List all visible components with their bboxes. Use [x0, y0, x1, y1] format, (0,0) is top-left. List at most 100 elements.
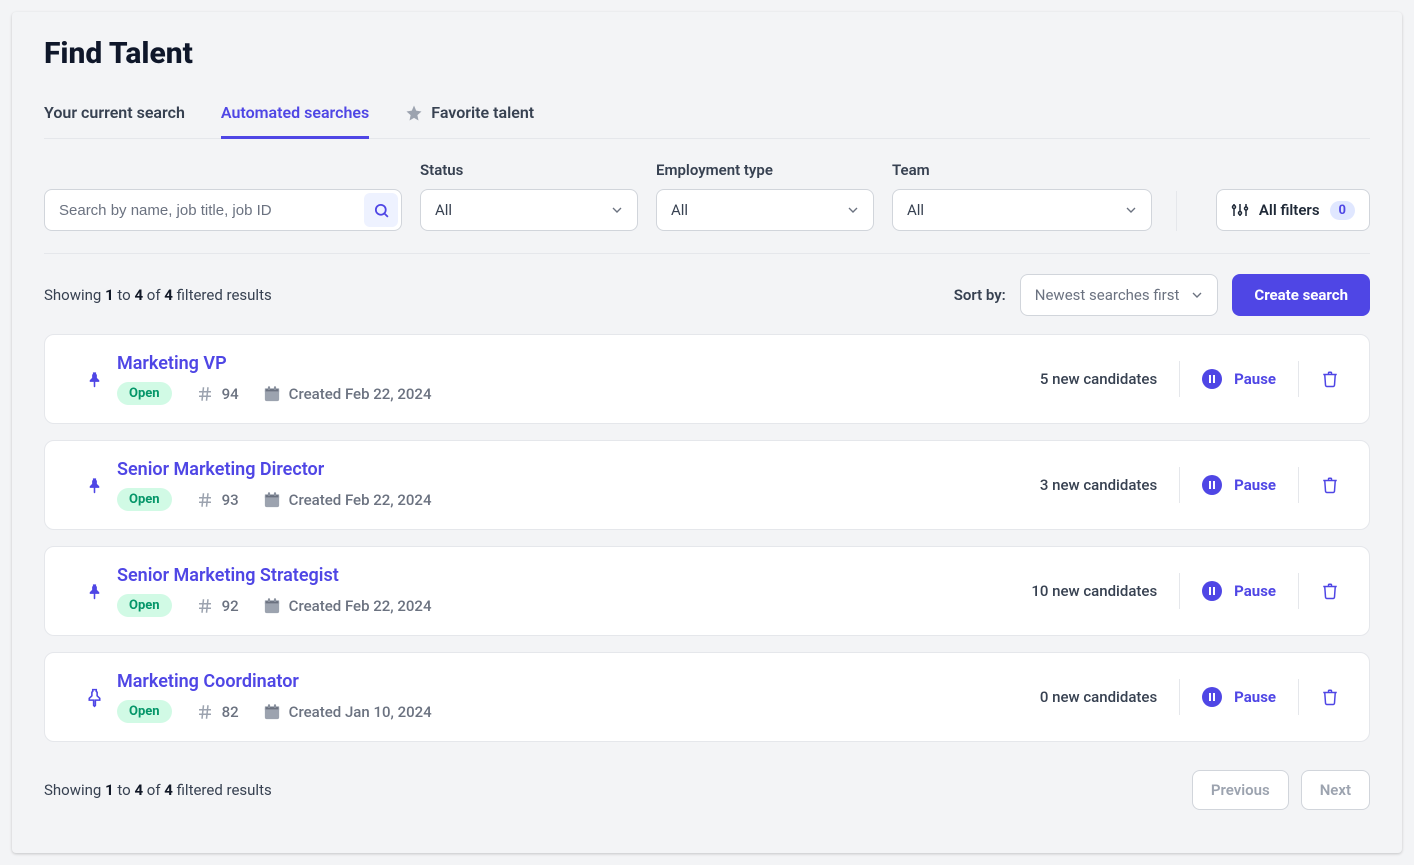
- pin-toggle[interactable]: [71, 476, 117, 495]
- calendar-icon: [263, 491, 281, 509]
- select-value: All: [907, 201, 924, 219]
- created-date: Created Jan 10, 2024: [263, 703, 432, 721]
- search-input[interactable]: [44, 189, 402, 231]
- search-card: Senior Marketing Strategist Open 92 Created…: [44, 546, 1370, 636]
- all-filters-count: 0: [1330, 201, 1355, 220]
- delete-button[interactable]: [1298, 573, 1343, 609]
- previous-button[interactable]: Previous: [1192, 770, 1289, 810]
- search-icon: [373, 202, 390, 219]
- sort-select[interactable]: Newest searches first: [1020, 274, 1219, 316]
- tabs-nav: Your current search Automated searches F…: [44, 89, 1370, 139]
- pin-toggle[interactable]: [71, 370, 117, 389]
- select-value: All: [435, 201, 452, 219]
- created-date: Created Feb 22, 2024: [263, 597, 432, 615]
- pin-icon: [85, 582, 104, 601]
- result-count-text-footer: Showing 1 to 4 of 4 filtered results: [44, 781, 272, 799]
- chevron-down-icon: [1123, 202, 1139, 218]
- sort-label: Sort by:: [954, 286, 1006, 304]
- chevron-down-icon: [609, 202, 625, 218]
- tab-automated-searches[interactable]: Automated searches: [221, 89, 369, 139]
- chevron-down-icon: [1189, 287, 1205, 303]
- created-date: Created Feb 22, 2024: [263, 385, 432, 403]
- pause-button[interactable]: Pause: [1179, 361, 1298, 397]
- search-id: 82: [196, 703, 239, 721]
- status-badge: Open: [117, 594, 172, 617]
- tab-favorite-talent[interactable]: Favorite talent: [405, 89, 534, 139]
- filter-bar: Status All Employment type All Team All: [44, 161, 1370, 254]
- pause-icon: [1202, 581, 1222, 601]
- trash-icon: [1321, 582, 1339, 600]
- calendar-icon: [263, 385, 281, 403]
- trash-icon: [1321, 688, 1339, 706]
- pause-label: Pause: [1234, 688, 1276, 706]
- new-candidates-count: 0 new candidates: [1018, 688, 1179, 706]
- divider: [1176, 191, 1177, 231]
- search-button[interactable]: [364, 193, 398, 227]
- status-badge: Open: [117, 488, 172, 511]
- delete-button[interactable]: [1298, 467, 1343, 503]
- all-filters-button[interactable]: All filters 0: [1216, 189, 1370, 231]
- new-candidates-count: 10 new candidates: [1009, 582, 1179, 600]
- pin-toggle[interactable]: [71, 582, 117, 601]
- status-filter-select[interactable]: All: [420, 189, 638, 231]
- hash-icon: [196, 597, 214, 615]
- next-button[interactable]: Next: [1301, 770, 1370, 810]
- page-title: Find Talent: [44, 36, 1370, 71]
- status-filter-label: Status: [420, 161, 638, 179]
- new-candidates-count: 5 new candidates: [1018, 370, 1179, 388]
- search-card: Marketing VP Open 94 Created Feb 22, 2024 5 …: [44, 334, 1370, 424]
- pause-label: Pause: [1234, 370, 1276, 388]
- all-filters-label: All filters: [1259, 201, 1320, 219]
- pause-button[interactable]: Pause: [1179, 467, 1298, 503]
- hash-icon: [196, 703, 214, 721]
- search-title-link[interactable]: Senior Marketing Director: [117, 459, 1018, 480]
- tab-label: Your current search: [44, 103, 185, 122]
- status-badge: Open: [117, 700, 172, 723]
- tab-label: Favorite talent: [431, 103, 534, 122]
- trash-icon: [1321, 370, 1339, 388]
- star-icon: [405, 104, 423, 122]
- created-date: Created Feb 22, 2024: [263, 491, 432, 509]
- pause-icon: [1202, 475, 1222, 495]
- button-label: Previous: [1211, 781, 1270, 799]
- pin-toggle[interactable]: [71, 687, 117, 708]
- pin-icon: [85, 476, 104, 495]
- button-label: Create search: [1254, 286, 1348, 304]
- employment-type-filter-select[interactable]: All: [656, 189, 874, 231]
- search-card: Senior Marketing Director Open 93 Created F…: [44, 440, 1370, 530]
- pause-icon: [1202, 369, 1222, 389]
- search-id: 93: [196, 491, 239, 509]
- select-value: Newest searches first: [1035, 286, 1180, 304]
- button-label: Next: [1320, 781, 1351, 799]
- delete-button[interactable]: [1298, 679, 1343, 715]
- hash-icon: [196, 385, 214, 403]
- pause-icon: [1202, 687, 1222, 707]
- search-title-link[interactable]: Senior Marketing Strategist: [117, 565, 1009, 586]
- pause-button[interactable]: Pause: [1179, 679, 1298, 715]
- team-filter-select[interactable]: All: [892, 189, 1152, 231]
- search-title-link[interactable]: Marketing VP: [117, 353, 1018, 374]
- new-candidates-count: 3 new candidates: [1018, 476, 1179, 494]
- calendar-icon: [263, 703, 281, 721]
- status-badge: Open: [117, 382, 172, 405]
- tab-current-search[interactable]: Your current search: [44, 89, 185, 139]
- delete-button[interactable]: [1298, 361, 1343, 397]
- search-id: 92: [196, 597, 239, 615]
- chevron-down-icon: [845, 202, 861, 218]
- pause-button[interactable]: Pause: [1179, 573, 1298, 609]
- employment-type-filter-label: Employment type: [656, 161, 874, 179]
- select-value: All: [671, 201, 688, 219]
- pause-label: Pause: [1234, 476, 1276, 494]
- hash-icon: [196, 491, 214, 509]
- pin-icon: [85, 370, 104, 389]
- pause-label: Pause: [1234, 582, 1276, 600]
- result-count-text: Showing 1 to 4 of 4 filtered results: [44, 286, 272, 304]
- search-id: 94: [196, 385, 239, 403]
- search-title-link[interactable]: Marketing Coordinator: [117, 671, 1018, 692]
- create-search-button[interactable]: Create search: [1232, 274, 1370, 316]
- search-card: Marketing Coordinator Open 82 Created Jan 1…: [44, 652, 1370, 742]
- team-filter-label: Team: [892, 161, 1152, 179]
- pin-outline-icon: [84, 687, 105, 708]
- trash-icon: [1321, 476, 1339, 494]
- calendar-icon: [263, 597, 281, 615]
